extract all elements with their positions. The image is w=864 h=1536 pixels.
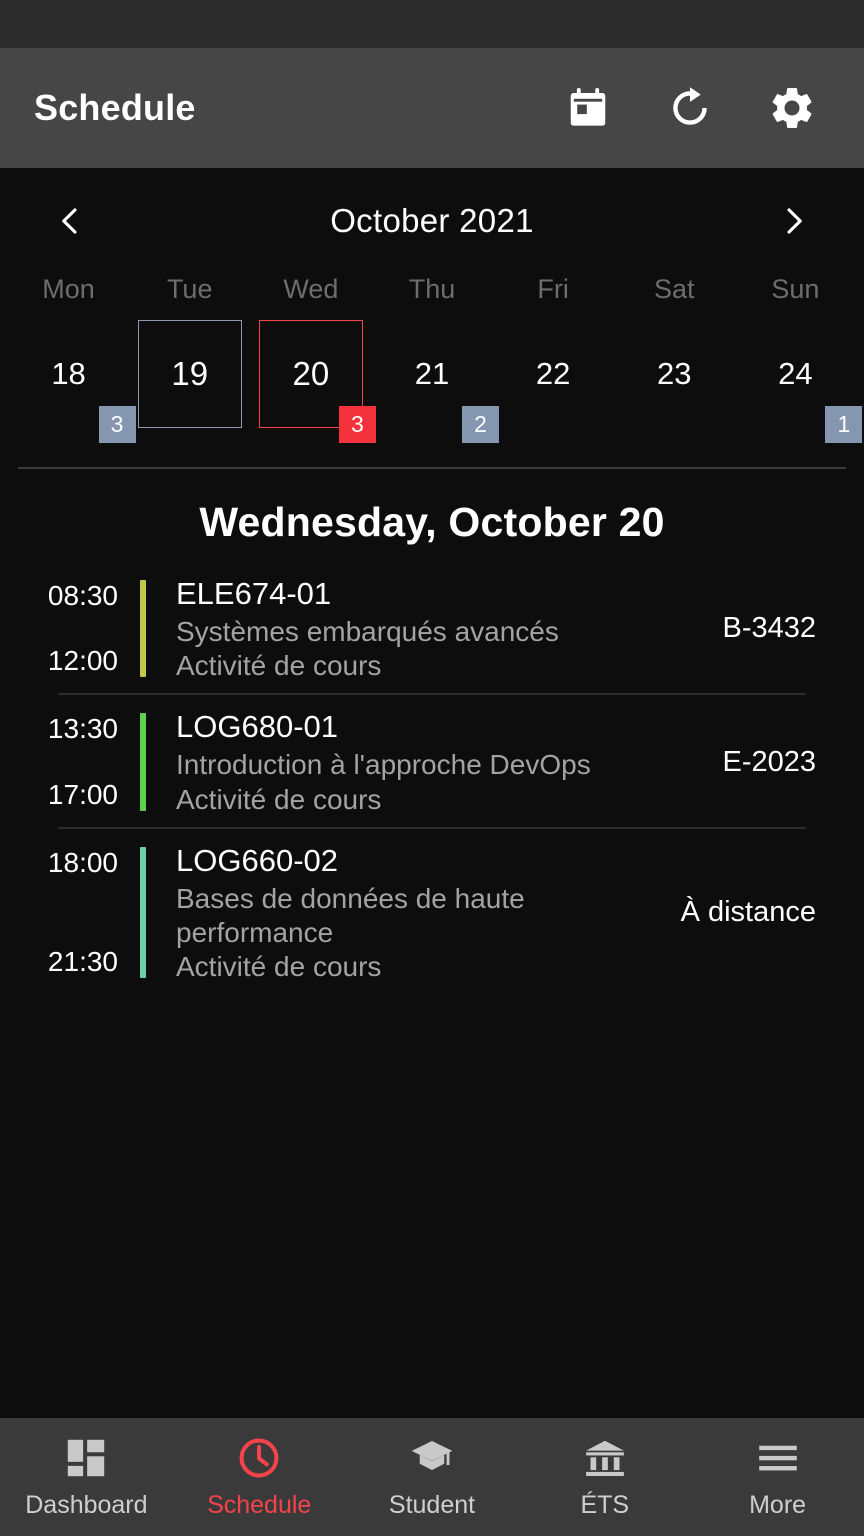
- day-cell-box: 24 1: [743, 320, 863, 443]
- day-cell-box-selected: 20 3: [258, 320, 376, 443]
- event-details: LOG660-02 Bases de données de haute perf…: [146, 841, 816, 985]
- day-cell-box: 21 2: [380, 320, 499, 443]
- day-number: 24: [778, 355, 813, 391]
- event-course-name: Systèmes embarqués avancés: [176, 616, 559, 648]
- app-bar: Schedule: [0, 48, 864, 168]
- calendar-month-label: October 2021: [330, 202, 534, 239]
- event-course-name: Bases de données de haute performance: [176, 882, 525, 948]
- day-number: 21: [414, 355, 450, 391]
- event-location: À distance: [680, 895, 816, 928]
- day-number: 22: [535, 355, 571, 391]
- event-details: LOG680-01 Introduction à l'approche DevO…: [146, 707, 816, 816]
- nav-label: Dashboard: [25, 1490, 148, 1519]
- day-event-count-badge: 1: [825, 406, 863, 443]
- calendar-day-20[interactable]: 20 3: [250, 317, 376, 443]
- calendar-day-24[interactable]: 24 1: [735, 317, 863, 443]
- event-activity-type: Activité de cours: [176, 783, 382, 815]
- nav-item-student[interactable]: Student: [346, 1435, 519, 1520]
- nav-item-ets[interactable]: ÉTS: [518, 1435, 691, 1520]
- event-end-time: 12:00: [47, 645, 118, 677]
- event-start-time: 18:00: [47, 846, 118, 878]
- event-start-time: 13:30: [47, 713, 118, 745]
- event-start-time: 08:30: [47, 580, 118, 611]
- day-cell-box: 22: [501, 320, 605, 428]
- today-icon: [565, 84, 611, 132]
- today-button[interactable]: [562, 82, 614, 134]
- event-course-code: ELE674-01: [176, 576, 332, 611]
- day-name: Sun: [771, 274, 820, 304]
- day-name: Sat: [654, 274, 695, 304]
- refresh-button[interactable]: [664, 82, 716, 134]
- event-time-range: 13:30 17:00: [0, 707, 140, 816]
- event-text-block: LOG680-01 Introduction à l'approche DevO…: [176, 707, 710, 816]
- day-cell-box: 18 3: [17, 320, 136, 443]
- chevron-right-icon: [787, 208, 802, 234]
- calendar-day-18[interactable]: 18 3: [8, 317, 136, 443]
- event-time-range: 08:30 12:00: [0, 574, 140, 683]
- calendar-header: October 2021: [0, 182, 864, 260]
- dashboard-grid-icon: [63, 1435, 109, 1481]
- calendar-day-21[interactable]: 21 2: [371, 317, 499, 443]
- bottom-navigation-bar: Dashboard Schedule Student ÉTS More: [0, 1418, 864, 1536]
- day-cell-box-today: 19: [137, 320, 242, 428]
- next-month-button[interactable]: [764, 191, 824, 251]
- event-text-block: LOG660-02 Bases de données de haute perf…: [176, 841, 669, 985]
- event-activity-type: Activité de cours: [176, 650, 382, 682]
- day-name: Mon: [42, 274, 95, 304]
- calendar-day-19[interactable]: 19: [129, 317, 250, 431]
- nav-label: Schedule: [207, 1490, 312, 1519]
- day-name: Tue: [166, 274, 213, 304]
- previous-month-button[interactable]: [40, 191, 100, 251]
- event-end-time: 17:00: [47, 778, 118, 810]
- event-item-log660[interactable]: 18:00 21:30 LOG660-02 Bases de données d…: [0, 829, 864, 995]
- graduation-cap-icon: [408, 1435, 456, 1481]
- day-number: 20: [292, 354, 330, 392]
- day-number: 18: [51, 355, 86, 391]
- event-course-name: Introduction à l'approche DevOps: [176, 749, 591, 781]
- status-bar: [0, 0, 864, 48]
- calendar-day-cells: 18 3 19 20 3 21 2 22 23 24 1: [0, 317, 864, 443]
- event-course-code: LOG680-01: [176, 709, 338, 745]
- day-cell-box: 23: [622, 320, 726, 428]
- nav-label: More: [749, 1490, 807, 1519]
- nav-label: ÉTS: [580, 1490, 630, 1519]
- day-number: 23: [657, 355, 692, 391]
- chevron-left-icon: [62, 208, 77, 234]
- event-activity-type: Activité de cours: [176, 951, 382, 983]
- bank-icon: [583, 1435, 627, 1481]
- nav-item-schedule[interactable]: Schedule: [173, 1435, 346, 1520]
- selected-day-title: Wednesday, October 20: [199, 499, 665, 545]
- nav-item-dashboard[interactable]: Dashboard: [0, 1435, 173, 1520]
- event-list: 08:30 12:00 ELE674-01 Systèmes embarqués…: [0, 562, 864, 1418]
- hamburger-menu-icon: [754, 1435, 802, 1481]
- settings-button[interactable]: [766, 82, 818, 134]
- calendar-day-22[interactable]: 22: [493, 317, 614, 431]
- event-item-ele674[interactable]: 08:30 12:00 ELE674-01 Systèmes embarqués…: [0, 562, 864, 693]
- event-course-code: LOG660-02: [176, 842, 338, 878]
- app-bar-actions: [562, 82, 818, 134]
- event-item-log680[interactable]: 13:30 17:00 LOG680-01 Introduction à l'a…: [0, 695, 864, 826]
- event-details: ELE674-01 Systèmes embarqués avancés Act…: [146, 574, 816, 683]
- clock-icon: [236, 1435, 282, 1481]
- day-event-count-badge: 3: [338, 406, 376, 443]
- event-time-range: 18:00 21:30: [0, 841, 140, 985]
- nav-item-more[interactable]: More: [691, 1435, 864, 1520]
- event-end-time: 21:30: [47, 946, 118, 978]
- day-name: Thu: [408, 274, 456, 304]
- page-title: Schedule: [34, 87, 196, 128]
- event-location: B-3432: [722, 612, 816, 645]
- refresh-icon: [667, 84, 713, 132]
- calendar-week-strip: October 2021 Mon Tue Wed Thu Fri Sat Sun…: [0, 168, 864, 469]
- event-location: E-2023: [722, 745, 816, 778]
- event-text-block: ELE674-01 Systèmes embarqués avancés Act…: [176, 574, 710, 683]
- day-number: 19: [171, 354, 209, 392]
- calendar-day-23[interactable]: 23: [614, 317, 735, 431]
- schedule-app-screen: Schedule October 2021 Mon Tue Wed Thu Fr…: [0, 0, 864, 1536]
- day-name: Wed: [283, 274, 339, 304]
- nav-label: Student: [388, 1490, 476, 1519]
- settings-icon: [767, 82, 817, 134]
- calendar-day-names: Mon Tue Wed Thu Fri Sat Sun: [0, 274, 864, 305]
- day-name: Fri: [537, 274, 569, 304]
